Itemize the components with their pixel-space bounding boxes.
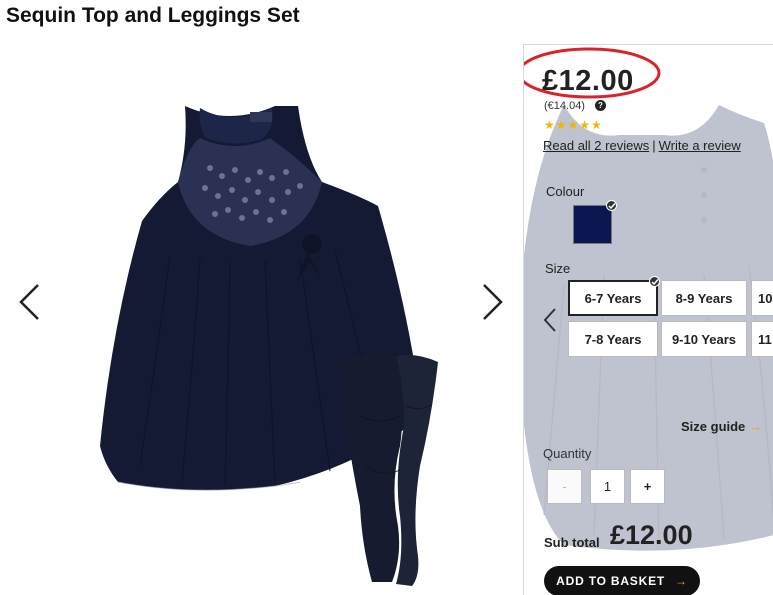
size-option-6-7-years[interactable]: 6-7 Years [568,280,658,316]
read-reviews-link[interactable]: Read all 2 reviews [543,138,649,153]
price-highlight-annotation [524,47,661,99]
arrow-right-icon: → [749,419,763,434]
chevron-right-icon[interactable] [480,282,506,322]
size-option-9-10-years[interactable]: 9-10 Years [661,321,747,357]
write-review-link[interactable]: Write a review [659,138,741,153]
quantity-input[interactable]: 1 [590,469,625,504]
colour-label: Colour [546,184,585,199]
add-to-basket-label: ADD TO BASKET [556,574,666,588]
page-title: Sequin Top and Leggings Set [6,4,300,27]
subtotal-label: Sub total [544,535,600,550]
link-separator: | [652,138,656,153]
star-rating: ★★★★★ [544,118,603,132]
subtotal-value: £12.00 [610,520,693,550]
reviews-links: Read all 2 reviews | Write a review [543,138,741,153]
quantity-label: Quantity [543,446,592,461]
size-label: Size [545,261,571,276]
size-option-7-8-years[interactable]: 7-8 Years [568,321,658,357]
chevron-left-icon[interactable] [543,307,557,333]
product-purchase-panel: £12.00 (€14.04) ? ★★★★★ Read all 2 revie… [523,44,773,595]
add-to-basket-button[interactable]: ADD TO BASKET → [544,566,700,595]
check-icon [649,276,660,287]
quantity-decrease-button[interactable]: - [547,469,582,504]
size-option-8-9-years[interactable]: 8-9 Years [661,280,747,316]
size-guide-link[interactable]: Size guide → [681,419,762,434]
quantity-increase-button[interactable]: + [630,469,665,504]
info-icon[interactable]: ? [595,100,606,111]
product-image [100,106,438,586]
arrow-right-icon: → [675,574,688,588]
check-icon [606,200,617,211]
size-option-10[interactable]: 10 [751,280,773,316]
chevron-left-icon[interactable] [16,282,42,322]
product-gallery [0,46,520,595]
size-guide-label: Size guide [681,419,746,434]
euro-price: (€14.04) [544,100,585,112]
size-option-11[interactable]: 11 [751,321,773,357]
colour-swatch-navy[interactable] [573,200,617,244]
